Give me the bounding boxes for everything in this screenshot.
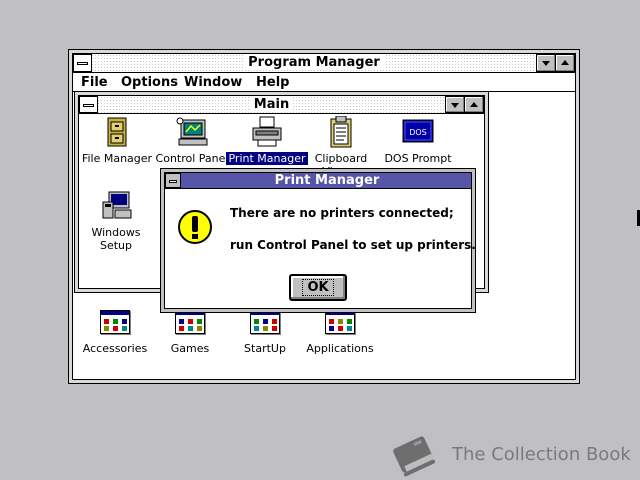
file-cabinet-icon xyxy=(100,116,134,148)
group-icon-label: StartUp xyxy=(244,342,286,355)
menu-file[interactable]: File xyxy=(81,73,108,92)
program-manager-titlebar[interactable]: Program Manager xyxy=(73,54,575,73)
menu-bar: File Options Window Help xyxy=(73,73,575,92)
main-minimize-button[interactable] xyxy=(445,96,465,113)
program-icon-label: DOS Prompt xyxy=(384,152,452,165)
ok-button[interactable]: OK xyxy=(289,274,347,301)
dialog-titlebar[interactable]: Print Manager xyxy=(165,173,471,189)
dos-prompt-icon: DOS xyxy=(401,116,435,148)
menu-window[interactable]: Window xyxy=(184,73,242,92)
main-maximize-button[interactable] xyxy=(464,96,484,113)
dialog-system-menu-button[interactable] xyxy=(165,173,181,188)
program-icon-label: Windows Setup xyxy=(91,226,141,252)
group-icon-accessories[interactable]: Accessories xyxy=(75,310,155,355)
minimize-button[interactable] xyxy=(536,54,556,72)
printer-icon xyxy=(250,116,284,148)
program-manager-title: Program Manager xyxy=(93,54,535,72)
watermark-text: The Collection Book xyxy=(452,443,631,465)
dos-icon-text: DOS xyxy=(409,128,427,137)
group-icon-label: Accessories xyxy=(82,342,148,355)
program-icon-label: Control Panel xyxy=(155,152,229,165)
group-icon-startup[interactable]: StartUp xyxy=(225,310,305,355)
program-group-icon xyxy=(175,310,205,334)
exclamation-icon xyxy=(178,210,212,244)
book-icon xyxy=(393,436,436,477)
program-group-icon xyxy=(100,310,130,334)
clipboard-icon xyxy=(324,115,358,148)
program-group-icon xyxy=(250,310,280,334)
program-group-icon xyxy=(325,310,355,334)
menu-help[interactable]: Help xyxy=(256,73,289,92)
program-icon-label: Print Manager xyxy=(226,152,308,165)
group-icon-games[interactable]: Games xyxy=(150,310,230,355)
group-icon-label: Games xyxy=(170,342,210,355)
program-icon-windows-setup[interactable]: Windows Setup xyxy=(79,190,159,252)
group-icon-applications[interactable]: Applications xyxy=(300,310,380,355)
print-manager-dialog[interactable]: Print Manager There are no printers conn… xyxy=(160,168,476,313)
main-system-menu-button[interactable] xyxy=(79,96,98,113)
system-menu-button[interactable] xyxy=(73,54,92,72)
dialog-message-line1: There are no printers connected; xyxy=(230,206,454,220)
main-title: Main xyxy=(99,96,444,113)
dialog-title: Print Manager xyxy=(274,173,380,188)
program-icon-file-manager[interactable]: File Manager xyxy=(79,116,160,165)
watermark: The Collection Book xyxy=(388,430,631,478)
dialog-message-line2: run Control Panel to set up printers. xyxy=(230,238,476,252)
program-icon-control-panel[interactable]: Control Panel xyxy=(149,116,235,165)
group-icon-label: Applications xyxy=(306,342,374,355)
main-titlebar[interactable]: Main xyxy=(79,96,484,114)
menu-options[interactable]: Options xyxy=(121,73,178,92)
maximize-button[interactable] xyxy=(555,54,575,72)
program-icon-dos-prompt[interactable]: DOS DOS Prompt xyxy=(375,116,461,165)
control-panel-icon xyxy=(175,116,209,148)
windows-setup-icon xyxy=(99,190,133,222)
program-icon-label: File Manager xyxy=(81,152,153,165)
ok-button-label: OK xyxy=(302,279,334,296)
